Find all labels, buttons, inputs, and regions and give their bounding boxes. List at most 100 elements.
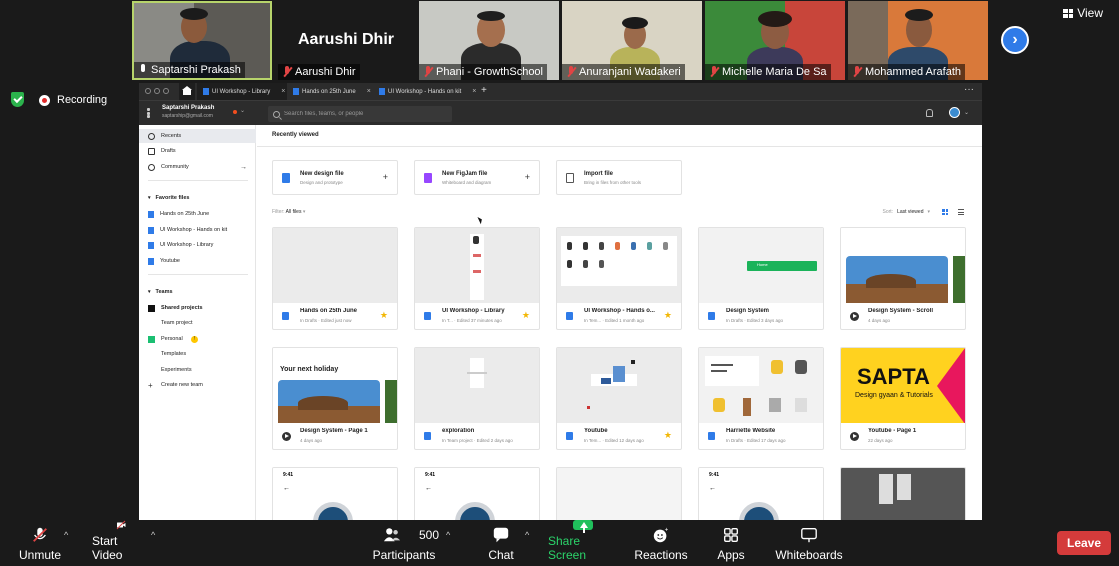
chat-button[interactable]: Chat: [484, 520, 518, 566]
window-minimize-button[interactable]: [154, 88, 160, 94]
file-meta: In Drafts · Edited 17 days ago: [726, 438, 786, 443]
window-maximize-button[interactable]: [163, 88, 169, 94]
participant-big-name: Aarushi Dhir: [297, 31, 394, 48]
sidebar-team-item[interactable]: Templates: [139, 347, 256, 361]
close-icon[interactable]: ×: [281, 88, 285, 95]
card-subtitle: Design and prototype: [300, 180, 343, 185]
thumb-time: 9:41: [283, 472, 294, 478]
sidebar-item-label: Team project: [161, 320, 193, 326]
account-name[interactable]: Saptarshi Prakash: [162, 105, 214, 111]
file-card[interactable]: 9:41 ←: [272, 467, 398, 520]
window-close-button[interactable]: [145, 88, 151, 94]
reactions-button[interactable]: + Reactions: [634, 520, 688, 566]
file-card[interactable]: Youtube In Tem... · Edited 12 days ago ★: [556, 347, 682, 450]
chevron-down-icon[interactable]: ⌄: [964, 109, 969, 116]
chat-options-caret-icon[interactable]: ^: [525, 530, 529, 540]
sidebar-team-item[interactable]: Personal !: [139, 332, 256, 346]
grid-view-icon[interactable]: [942, 209, 948, 215]
sidebar-item-drafts[interactable]: Drafts: [139, 144, 256, 158]
start-video-button[interactable]: Start Video: [92, 520, 150, 566]
teams-heading[interactable]: ▾ Teams: [148, 289, 173, 295]
new-tab-plus-icon[interactable]: +: [481, 85, 487, 96]
sidebar-favorite-item[interactable]: Hands on 25th June: [139, 207, 256, 221]
new-figjam-file-card[interactable]: New FigJam file Whiteboard and diagram +: [414, 160, 540, 195]
participant-tile-5[interactable]: Michelle Maria De Sa: [705, 1, 845, 80]
card-title: Import file: [584, 171, 614, 177]
home-icon[interactable]: [179, 83, 195, 100]
tab-hands-on-25th-june[interactable]: Hands on 25th June ×: [287, 83, 373, 100]
sort-dropdown[interactable]: Last viewed: [897, 209, 923, 215]
star-icon[interactable]: ★: [664, 430, 672, 441]
participant-tile-6[interactable]: Mohammed Arafath: [848, 1, 988, 80]
plus-icon: +: [148, 380, 153, 390]
sidebar-team-item[interactable]: Shared projects: [139, 301, 256, 315]
design-file-icon: [708, 432, 715, 440]
chevron-down-icon[interactable]: ⌄: [240, 107, 245, 114]
file-thumbnail: Home: [699, 228, 823, 303]
file-card[interactable]: Design System - Scroll 4 days ago: [840, 227, 966, 330]
file-card[interactable]: SAPTA Design gyaan & Tutorials Youtube -…: [840, 347, 966, 450]
close-icon[interactable]: ×: [367, 88, 371, 95]
star-icon[interactable]: ★: [522, 310, 530, 321]
list-view-icon[interactable]: [958, 209, 964, 215]
file-card[interactable]: Your next holiday Design System - Page 1…: [272, 347, 398, 450]
sidebar-team-item[interactable]: Team project: [139, 316, 256, 330]
globe-icon: [148, 163, 155, 171]
file-card[interactable]: Harriette Website In Drafts · Edited 17 …: [698, 347, 824, 450]
more-icon[interactable]: ···: [964, 84, 974, 95]
sidebar-item-community[interactable]: Community →: [139, 160, 256, 174]
new-design-file-card[interactable]: New design file Design and prototype +: [272, 160, 398, 195]
file-card[interactable]: UI Workshop - Hands o... In Tem... · Edi…: [556, 227, 682, 330]
sidebar-item-label: Community: [161, 164, 189, 170]
participant-tile-4[interactable]: Anuranjani Wadakeri: [562, 1, 702, 80]
whiteboards-button[interactable]: Whiteboards: [774, 520, 844, 566]
apps-button[interactable]: Apps: [714, 520, 748, 566]
watch-image: [739, 502, 779, 520]
file-card[interactable]: Home Design System In Drafts · Edited 3 …: [698, 227, 824, 330]
bell-icon[interactable]: [926, 109, 933, 117]
file-thumbnail: [273, 228, 397, 303]
participants-options-caret-icon[interactable]: ^: [446, 530, 450, 540]
view-button[interactable]: View: [1063, 6, 1103, 20]
favorites-heading[interactable]: ▾ Favorite files: [148, 195, 189, 201]
import-file-card[interactable]: Import file Bring in files from other to…: [556, 160, 682, 195]
filter-dropdown[interactable]: Filter: All files ▾: [272, 209, 305, 215]
drafts-icon: [148, 147, 155, 155]
participant-tile-3[interactable]: Phani - GrowthSchool: [419, 1, 559, 80]
participant-name-bar: Michelle Maria De Sa: [705, 64, 831, 80]
file-card[interactable]: [556, 467, 682, 520]
search-box[interactable]: [268, 106, 452, 122]
close-icon[interactable]: ×: [472, 88, 476, 95]
audio-options-caret-icon[interactable]: ^: [64, 530, 68, 540]
search-input[interactable]: [284, 111, 444, 117]
file-card[interactable]: 9:41 ←: [698, 467, 824, 520]
sidebar-item-label: Create new team: [161, 382, 203, 388]
create-new-team[interactable]: + Create new team: [139, 378, 256, 392]
file-card[interactable]: UI Workshop - Library In T... · Edited 3…: [414, 227, 540, 330]
sidebar-favorite-item[interactable]: UI Workshop - Hands on kit: [139, 223, 256, 237]
tab-ui-workshop-library[interactable]: UI Workshop - Library ×: [197, 83, 287, 100]
sidebar-item-recents[interactable]: Recents: [139, 129, 256, 143]
teams-heading-label: Teams: [155, 289, 173, 295]
file-card[interactable]: Hands on 25th June In Drafts · Edited ju…: [272, 227, 398, 330]
star-icon[interactable]: ★: [664, 310, 672, 321]
file-card[interactable]: [840, 467, 966, 520]
next-page-button[interactable]: ›: [1001, 26, 1029, 54]
participant-tile-2[interactable]: Aarushi Dhir Aarushi Dhir: [278, 1, 414, 80]
sidebar-favorite-item[interactable]: Youtube: [139, 254, 256, 268]
encryption-shield-icon[interactable]: [11, 92, 24, 107]
tab-ui-workshop-hands-on-kit[interactable]: UI Workshop - Hands on kit ×: [373, 83, 477, 100]
leave-button[interactable]: Leave: [1057, 531, 1111, 555]
star-icon[interactable]: ★: [380, 310, 388, 321]
file-card[interactable]: exploration In Team project · Edited 2 d…: [414, 347, 540, 450]
video-options-caret-icon[interactable]: ^: [151, 530, 155, 540]
avatar[interactable]: [949, 107, 960, 118]
sidebar-favorite-item[interactable]: UI Workshop - Library: [139, 238, 256, 252]
unmute-button[interactable]: Unmute: [16, 520, 64, 566]
participant-tile-1[interactable]: Saptarshi Prakash: [132, 1, 272, 80]
participants-button[interactable]: Participants: [373, 520, 435, 566]
file-card[interactable]: 9:41 ←: [414, 467, 540, 520]
sidebar-team-item[interactable]: Experiments: [139, 363, 256, 377]
share-screen-button[interactable]: Share Screen: [548, 520, 618, 566]
apps-icon: [724, 528, 738, 542]
